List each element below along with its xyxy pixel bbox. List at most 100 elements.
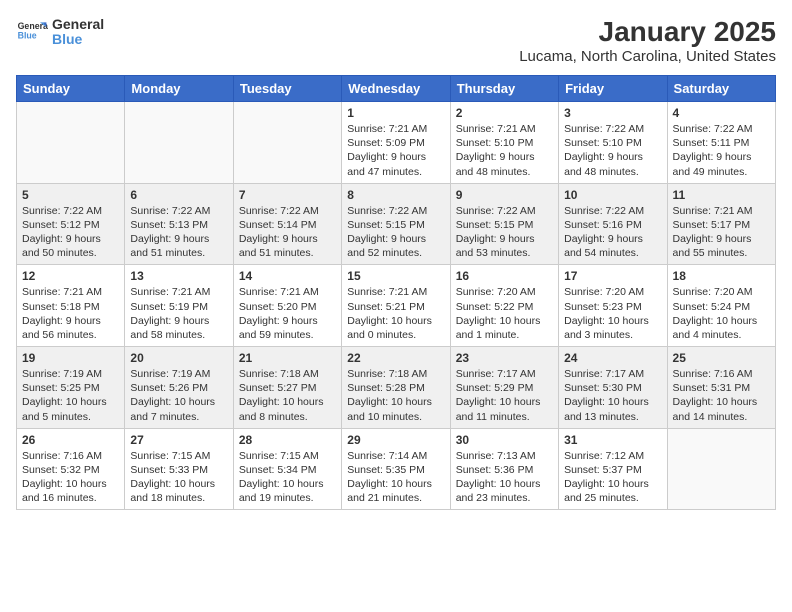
day-content: Daylight: 9 hours and 54 minutes.	[564, 232, 661, 260]
day-number: 27	[130, 433, 227, 447]
day-content: Sunset: 5:32 PM	[22, 463, 119, 477]
calendar-week-2: 5Sunrise: 7:22 AMSunset: 5:12 PMDaylight…	[17, 183, 776, 265]
day-content: Daylight: 9 hours and 48 minutes.	[456, 150, 553, 178]
logo: General Blue General Blue	[16, 16, 104, 48]
day-content: Daylight: 10 hours and 25 minutes.	[564, 477, 661, 505]
day-content: Daylight: 9 hours and 55 minutes.	[673, 232, 770, 260]
day-number: 14	[239, 269, 336, 283]
calendar-cell: 29Sunrise: 7:14 AMSunset: 5:35 PMDayligh…	[342, 428, 450, 510]
day-number: 16	[456, 269, 553, 283]
calendar-cell: 3Sunrise: 7:22 AMSunset: 5:10 PMDaylight…	[559, 102, 667, 184]
day-content: Sunset: 5:25 PM	[22, 381, 119, 395]
day-content: Daylight: 9 hours and 50 minutes.	[22, 232, 119, 260]
day-content: Sunrise: 7:17 AM	[564, 367, 661, 381]
day-content: Daylight: 10 hours and 7 minutes.	[130, 395, 227, 423]
day-number: 3	[564, 106, 661, 120]
calendar-cell: 12Sunrise: 7:21 AMSunset: 5:18 PMDayligh…	[17, 265, 125, 347]
day-content: Daylight: 9 hours and 48 minutes.	[564, 150, 661, 178]
calendar-cell: 6Sunrise: 7:22 AMSunset: 5:13 PMDaylight…	[125, 183, 233, 265]
day-number: 26	[22, 433, 119, 447]
calendar-cell: 13Sunrise: 7:21 AMSunset: 5:19 PMDayligh…	[125, 265, 233, 347]
calendar-header-saturday: Saturday	[667, 76, 775, 102]
day-content: Daylight: 9 hours and 51 minutes.	[130, 232, 227, 260]
day-content: Daylight: 9 hours and 58 minutes.	[130, 314, 227, 342]
day-number: 28	[239, 433, 336, 447]
day-content: Daylight: 10 hours and 16 minutes.	[22, 477, 119, 505]
day-number: 18	[673, 269, 770, 283]
day-content: Sunrise: 7:17 AM	[456, 367, 553, 381]
logo-line2: Blue	[52, 32, 104, 47]
day-content: Sunrise: 7:20 AM	[673, 285, 770, 299]
day-content: Sunrise: 7:22 AM	[456, 204, 553, 218]
day-content: Sunrise: 7:21 AM	[456, 122, 553, 136]
day-content: Daylight: 10 hours and 14 minutes.	[673, 395, 770, 423]
logo-icon: General Blue	[16, 16, 48, 48]
day-number: 7	[239, 188, 336, 202]
day-content: Sunrise: 7:22 AM	[239, 204, 336, 218]
day-content: Sunrise: 7:21 AM	[130, 285, 227, 299]
day-content: Sunrise: 7:21 AM	[347, 285, 444, 299]
calendar-header-sunday: Sunday	[17, 76, 125, 102]
calendar-table: SundayMondayTuesdayWednesdayThursdayFrid…	[16, 75, 776, 510]
day-content: Sunrise: 7:15 AM	[130, 449, 227, 463]
day-content: Sunrise: 7:20 AM	[564, 285, 661, 299]
day-content: Sunset: 5:11 PM	[673, 136, 770, 150]
calendar-header-friday: Friday	[559, 76, 667, 102]
calendar-cell: 24Sunrise: 7:17 AMSunset: 5:30 PMDayligh…	[559, 347, 667, 429]
day-number: 10	[564, 188, 661, 202]
day-content: Sunset: 5:30 PM	[564, 381, 661, 395]
calendar-cell	[125, 102, 233, 184]
calendar-week-3: 12Sunrise: 7:21 AMSunset: 5:18 PMDayligh…	[17, 265, 776, 347]
calendar-cell: 28Sunrise: 7:15 AMSunset: 5:34 PMDayligh…	[233, 428, 341, 510]
day-content: Daylight: 10 hours and 5 minutes.	[22, 395, 119, 423]
day-content: Daylight: 10 hours and 11 minutes.	[456, 395, 553, 423]
day-content: Daylight: 10 hours and 23 minutes.	[456, 477, 553, 505]
calendar-cell: 4Sunrise: 7:22 AMSunset: 5:11 PMDaylight…	[667, 102, 775, 184]
day-content: Daylight: 9 hours and 52 minutes.	[347, 232, 444, 260]
day-content: Sunrise: 7:22 AM	[564, 204, 661, 218]
day-content: Daylight: 10 hours and 3 minutes.	[564, 314, 661, 342]
day-content: Daylight: 10 hours and 21 minutes.	[347, 477, 444, 505]
calendar-cell: 22Sunrise: 7:18 AMSunset: 5:28 PMDayligh…	[342, 347, 450, 429]
day-content: Sunrise: 7:15 AM	[239, 449, 336, 463]
calendar-header-wednesday: Wednesday	[342, 76, 450, 102]
day-content: Sunset: 5:27 PM	[239, 381, 336, 395]
day-content: Sunrise: 7:22 AM	[347, 204, 444, 218]
day-content: Sunset: 5:14 PM	[239, 218, 336, 232]
calendar-cell	[233, 102, 341, 184]
title-block: January 2025 Lucama, North Carolina, Uni…	[519, 16, 776, 65]
day-content: Daylight: 10 hours and 8 minutes.	[239, 395, 336, 423]
day-content: Sunset: 5:24 PM	[673, 300, 770, 314]
day-number: 11	[673, 188, 770, 202]
day-content: Sunrise: 7:16 AM	[673, 367, 770, 381]
day-content: Sunset: 5:34 PM	[239, 463, 336, 477]
calendar-cell: 15Sunrise: 7:21 AMSunset: 5:21 PMDayligh…	[342, 265, 450, 347]
day-content: Sunset: 5:19 PM	[130, 300, 227, 314]
day-content: Sunset: 5:33 PM	[130, 463, 227, 477]
calendar-cell: 31Sunrise: 7:12 AMSunset: 5:37 PMDayligh…	[559, 428, 667, 510]
day-content: Sunrise: 7:18 AM	[239, 367, 336, 381]
day-number: 15	[347, 269, 444, 283]
day-content: Sunrise: 7:18 AM	[347, 367, 444, 381]
calendar-week-1: 1Sunrise: 7:21 AMSunset: 5:09 PMDaylight…	[17, 102, 776, 184]
day-content: Sunrise: 7:12 AM	[564, 449, 661, 463]
day-number: 22	[347, 351, 444, 365]
day-number: 24	[564, 351, 661, 365]
day-content: Sunset: 5:10 PM	[456, 136, 553, 150]
day-content: Daylight: 9 hours and 51 minutes.	[239, 232, 336, 260]
day-number: 23	[456, 351, 553, 365]
day-number: 19	[22, 351, 119, 365]
day-number: 4	[673, 106, 770, 120]
logo-text: General Blue	[52, 17, 104, 48]
day-number: 31	[564, 433, 661, 447]
day-number: 2	[456, 106, 553, 120]
calendar-cell: 5Sunrise: 7:22 AMSunset: 5:12 PMDaylight…	[17, 183, 125, 265]
day-content: Sunset: 5:23 PM	[564, 300, 661, 314]
day-number: 5	[22, 188, 119, 202]
calendar-cell: 1Sunrise: 7:21 AMSunset: 5:09 PMDaylight…	[342, 102, 450, 184]
day-number: 21	[239, 351, 336, 365]
day-content: Sunrise: 7:19 AM	[130, 367, 227, 381]
day-content: Sunset: 5:26 PM	[130, 381, 227, 395]
day-content: Sunrise: 7:21 AM	[673, 204, 770, 218]
day-number: 20	[130, 351, 227, 365]
